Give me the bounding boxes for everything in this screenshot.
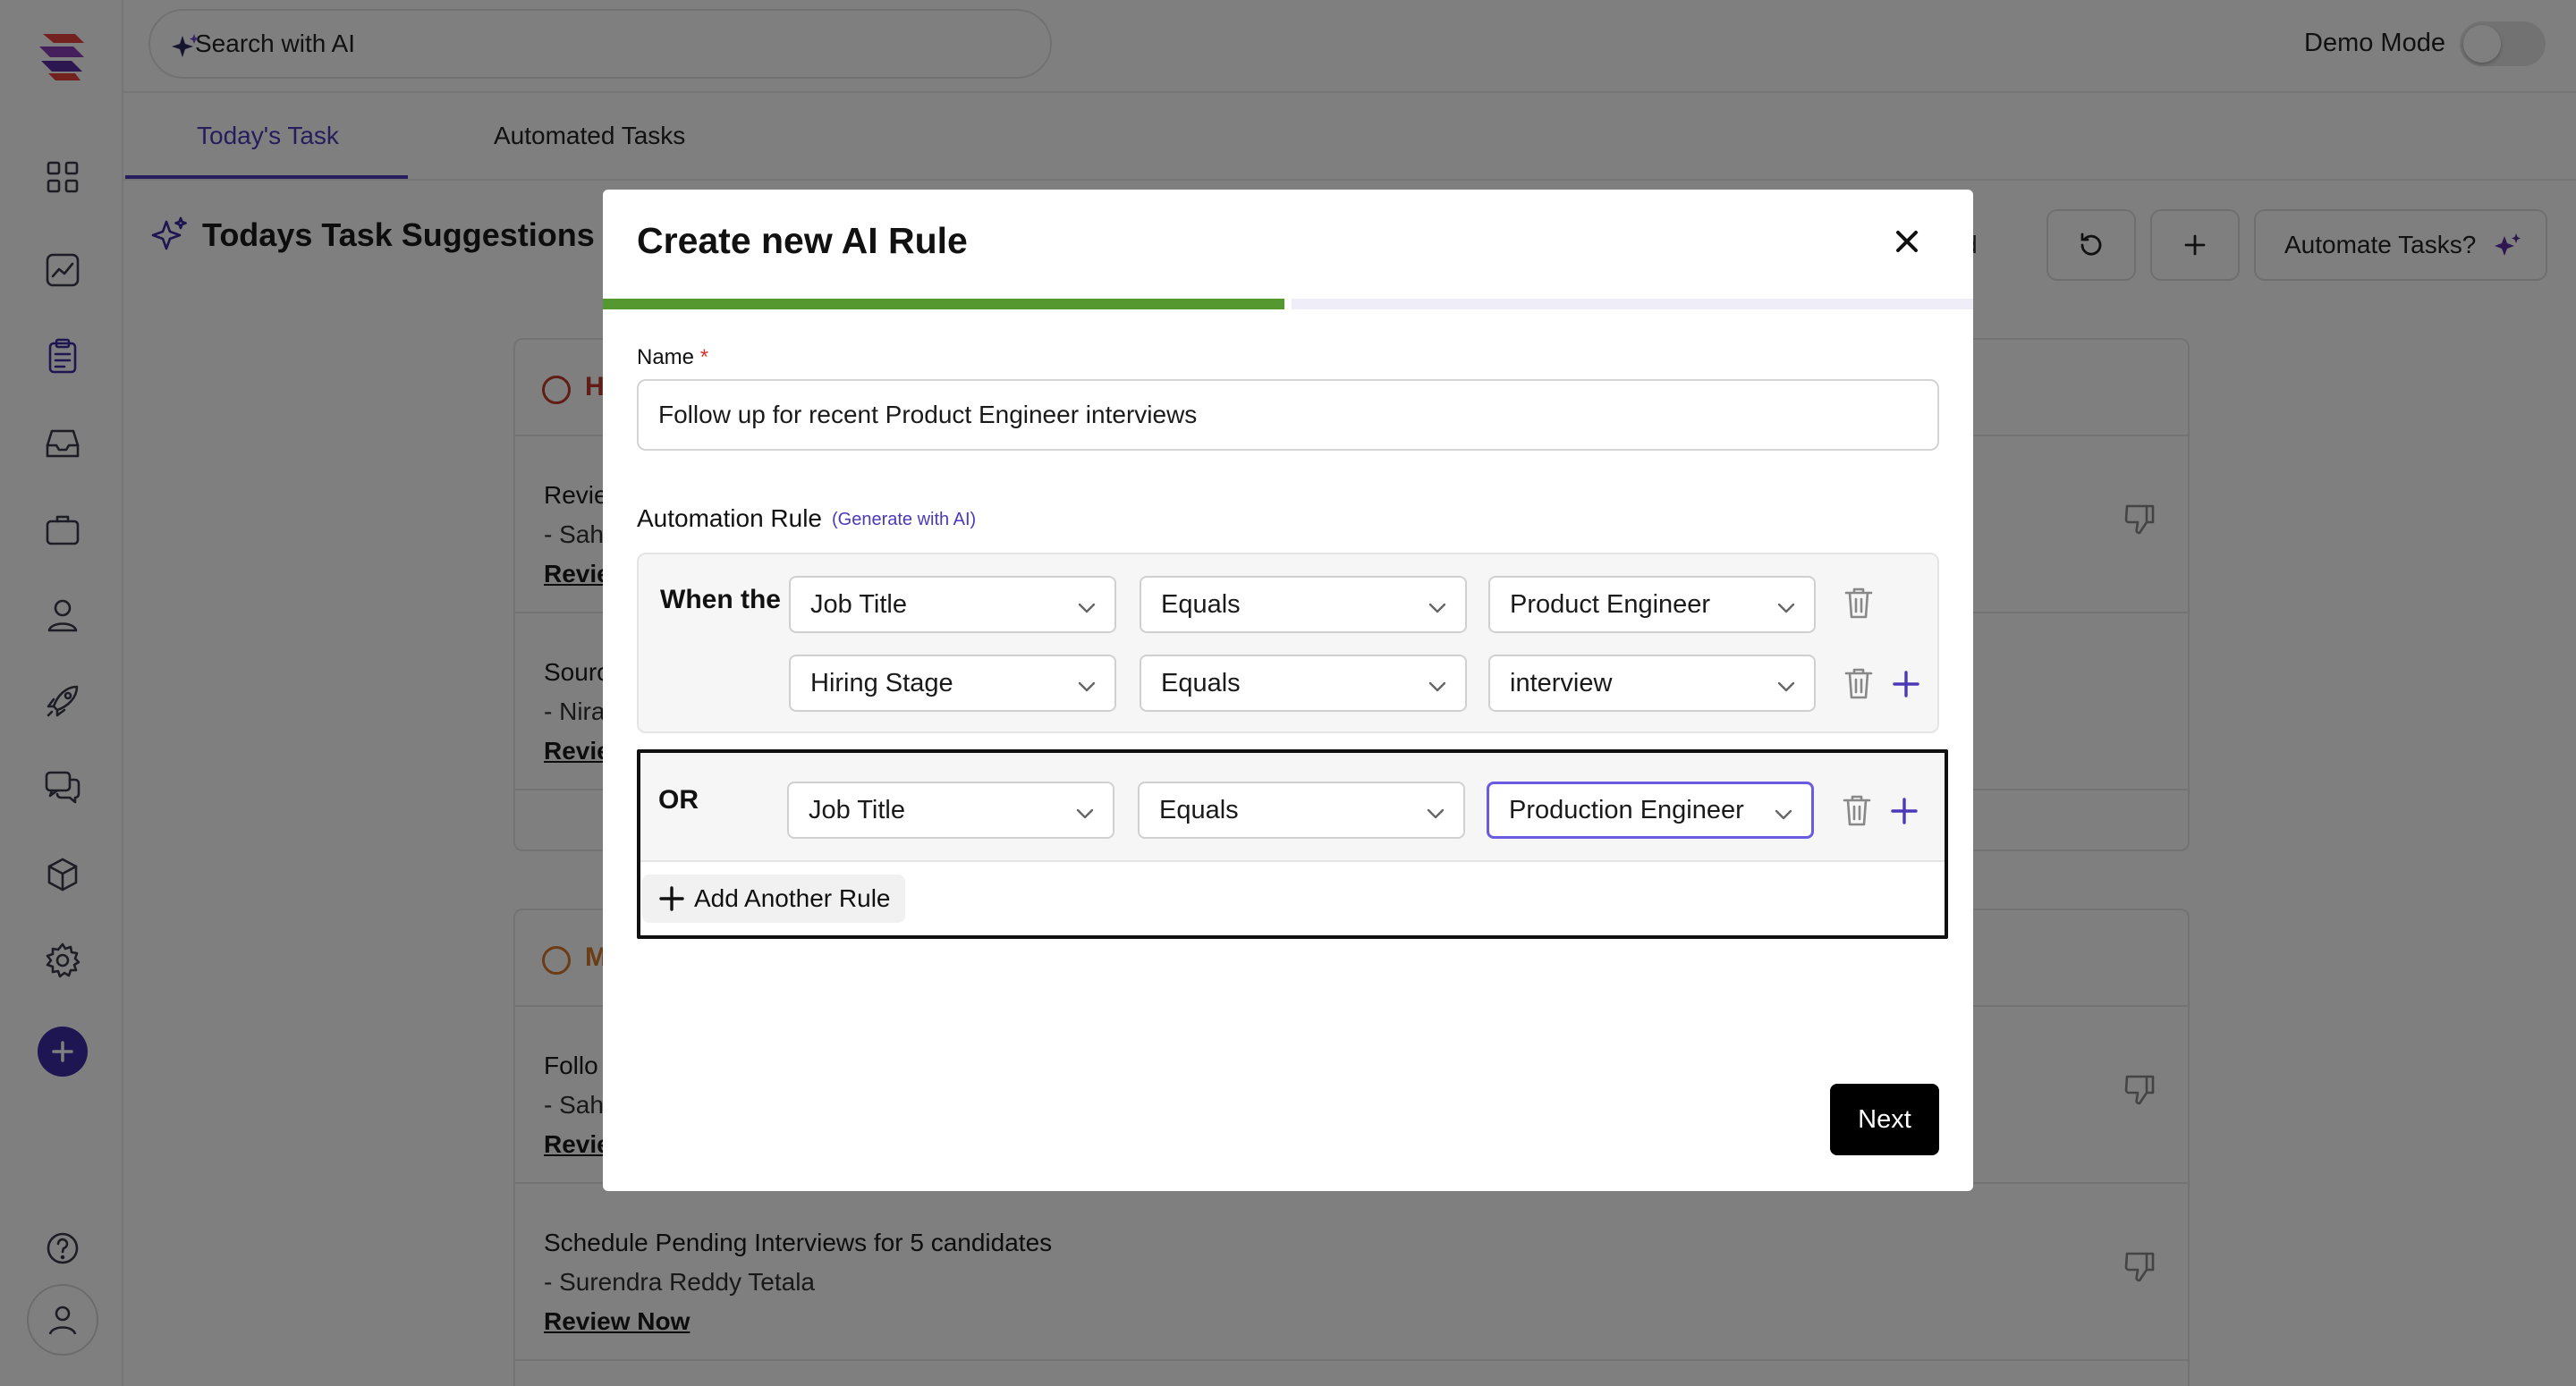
automation-rule-label: Automation Rule <box>637 504 823 532</box>
add-rule-label: Add Another Rule <box>694 884 891 912</box>
chevron-down-icon <box>1077 674 1097 694</box>
next-button[interactable]: Next <box>1830 1084 1939 1155</box>
trash-icon[interactable] <box>1843 585 1875 621</box>
name-label: Name * <box>637 345 708 370</box>
value-select[interactable]: Product Engineer <box>1488 576 1816 633</box>
operator-select-value: Equals <box>1161 589 1241 619</box>
chevron-down-icon <box>1774 802 1793 822</box>
progress-fill <box>603 299 1288 309</box>
field-select[interactable]: Job Title <box>789 576 1116 633</box>
when-label: When the <box>660 585 781 614</box>
or-label: OR <box>658 785 699 815</box>
value-select-value: Product Engineer <box>1510 589 1711 619</box>
trash-icon[interactable] <box>1843 665 1875 701</box>
close-icon[interactable] <box>1891 225 1923 258</box>
chevron-down-icon <box>1428 596 1447 615</box>
field-select[interactable]: Job Title <box>787 782 1114 839</box>
value-select-value: interview <box>1510 668 1613 697</box>
rule-group-when: When the Job Title Equals Product Engine… <box>637 553 1939 733</box>
rule-group-or: OR Job Title Equals Production Engineer … <box>637 749 1948 939</box>
chevron-down-icon <box>1776 674 1796 694</box>
add-condition-icon[interactable] <box>1889 796 1919 826</box>
rule-name-input[interactable] <box>637 379 1939 451</box>
value-input-focused[interactable]: Production Engineer <box>1487 782 1814 839</box>
field-select-value: Job Title <box>809 795 905 824</box>
operator-select[interactable]: Equals <box>1140 576 1467 633</box>
chevron-down-icon <box>1426 801 1445 821</box>
chevron-down-icon <box>1077 596 1097 615</box>
operator-select-value: Equals <box>1161 668 1241 697</box>
required-mark: * <box>699 345 709 369</box>
field-select-value: Hiring Stage <box>810 668 953 697</box>
operator-select[interactable]: Equals <box>1138 782 1465 839</box>
or-condition-row: OR Job Title Equals Production Engineer <box>640 753 1945 862</box>
operator-select[interactable]: Equals <box>1140 655 1467 712</box>
modal-title: Create new AI Rule <box>637 220 968 261</box>
plus-icon <box>659 886 684 911</box>
create-rule-modal: Create new AI Rule Name * Automation Rul… <box>603 190 1973 1191</box>
progress-gap <box>1284 299 1292 309</box>
value-select[interactable]: interview <box>1488 655 1816 712</box>
value-select-value: Production Engineer <box>1509 795 1744 824</box>
app-root: Search with AI Demo Mode Today's Task Au… <box>0 0 2576 1386</box>
chevron-down-icon <box>1075 801 1095 821</box>
field-select[interactable]: Hiring Stage <box>789 655 1116 712</box>
add-another-rule-button[interactable]: Add Another Rule <box>642 875 905 923</box>
field-select-value: Job Title <box>810 589 907 619</box>
generate-with-ai-link[interactable]: (Generate with AI) <box>832 510 976 530</box>
chevron-down-icon <box>1776 596 1796 615</box>
operator-select-value: Equals <box>1159 795 1239 824</box>
trash-icon[interactable] <box>1841 792 1873 828</box>
chevron-down-icon <box>1428 674 1447 694</box>
step-progress-bar <box>603 299 1973 309</box>
name-label-text: Name <box>637 345 695 369</box>
add-condition-icon[interactable] <box>1891 669 1921 699</box>
